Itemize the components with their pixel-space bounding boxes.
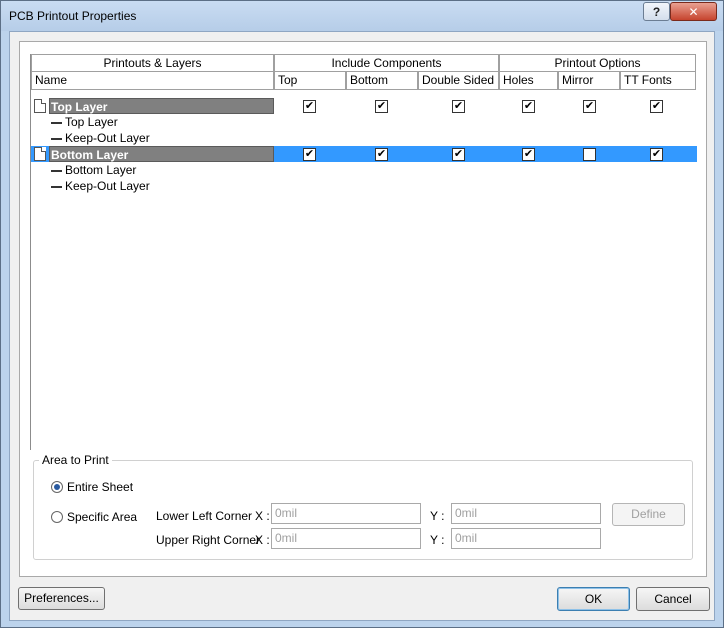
checkbox-mirror[interactable]: ✔ [583, 100, 596, 113]
checkbox-mirror[interactable] [583, 148, 596, 161]
layer-dash-icon [51, 121, 62, 124]
document-icon [34, 147, 46, 161]
checkbox-top[interactable]: ✔ [303, 148, 316, 161]
column-top[interactable]: Top [274, 72, 346, 90]
layer-label: Keep-Out Layer [65, 179, 150, 193]
preferences-button[interactable]: Preferences... [18, 587, 105, 610]
checkbox-tt-fonts[interactable]: ✔ [650, 148, 663, 161]
upper-right-y-label: Y : [430, 533, 445, 547]
header-include-components: Include Components [274, 54, 499, 72]
lower-left-x-input[interactable]: 0mil [271, 503, 421, 524]
column-bottom[interactable]: Bottom [346, 72, 418, 90]
lower-left-corner-label: Lower Left Corner [156, 509, 253, 523]
layer-item[interactable]: Bottom Layer [51, 162, 136, 178]
checkbox-bottom[interactable]: ✔ [375, 100, 388, 113]
header-printouts-layers: Printouts & Layers [31, 54, 274, 72]
layer-dash-icon [51, 169, 62, 172]
printout-grid: Printouts & Layers Include Components Pr… [30, 54, 697, 450]
checkbox-double-sided[interactable]: ✔ [452, 148, 465, 161]
layer-label: Keep-Out Layer [65, 131, 150, 145]
column-name[interactable]: Name [31, 72, 274, 90]
help-button[interactable]: ? [643, 2, 670, 21]
layer-item[interactable]: Top Layer [51, 114, 118, 130]
column-holes[interactable]: Holes [499, 72, 558, 90]
layer-dash-icon [51, 185, 62, 188]
layer-dash-icon [51, 137, 62, 140]
printout-name[interactable]: Bottom Layer [49, 146, 274, 162]
upper-right-x-label: X : [255, 533, 270, 547]
printout-row-top-layer[interactable]: Top Layer ✔ ✔ ✔ ✔ ✔ ✔ [31, 98, 697, 114]
dialog-client-area: Printouts & Layers Include Components Pr… [9, 31, 715, 621]
dialog-window: PCB Printout Properties ? ✕ Printouts & … [0, 0, 724, 628]
window-title: PCB Printout Properties [9, 9, 137, 23]
printout-row-bottom-layer[interactable]: Bottom Layer ✔ ✔ ✔ ✔ ✔ [31, 146, 697, 162]
checkbox-holes[interactable]: ✔ [522, 148, 535, 161]
column-tt-fonts[interactable]: TT Fonts [620, 72, 696, 90]
layer-item[interactable]: Keep-Out Layer [51, 178, 150, 194]
layer-label: Top Layer [65, 115, 118, 129]
column-mirror[interactable]: Mirror [558, 72, 620, 90]
header-printout-options: Printout Options [499, 54, 696, 72]
document-icon [34, 99, 46, 113]
define-button[interactable]: Define [612, 503, 685, 526]
upper-right-y-input[interactable]: 0mil [451, 528, 601, 549]
lower-left-x-label: X : [255, 509, 270, 523]
ok-button[interactable]: OK [557, 587, 630, 611]
printout-name[interactable]: Top Layer [49, 98, 274, 114]
column-double-sided[interactable]: Double Sided [418, 72, 499, 90]
specific-area-label[interactable]: Specific Area [67, 510, 137, 524]
layer-item[interactable]: Keep-Out Layer [51, 130, 150, 146]
checkbox-holes[interactable]: ✔ [522, 100, 535, 113]
upper-right-corner-label: Upper Right Corner [156, 533, 261, 547]
checkbox-tt-fonts[interactable]: ✔ [650, 100, 663, 113]
title-bar: PCB Printout Properties ? ✕ [1, 1, 723, 31]
specific-area-radio[interactable] [51, 511, 63, 523]
checkbox-top[interactable]: ✔ [303, 100, 316, 113]
lower-left-y-label: Y : [430, 509, 445, 523]
cancel-button[interactable]: Cancel [636, 587, 710, 611]
entire-sheet-label[interactable]: Entire Sheet [67, 480, 133, 494]
close-button[interactable]: ✕ [670, 2, 717, 21]
layer-label: Bottom Layer [65, 163, 137, 177]
content-frame: Printouts & Layers Include Components Pr… [19, 41, 707, 577]
area-to-print-label: Area to Print [39, 453, 112, 467]
checkbox-double-sided[interactable]: ✔ [452, 100, 465, 113]
entire-sheet-radio[interactable] [51, 481, 63, 493]
upper-right-x-input[interactable]: 0mil [271, 528, 421, 549]
lower-left-y-input[interactable]: 0mil [451, 503, 601, 524]
checkbox-bottom[interactable]: ✔ [375, 148, 388, 161]
